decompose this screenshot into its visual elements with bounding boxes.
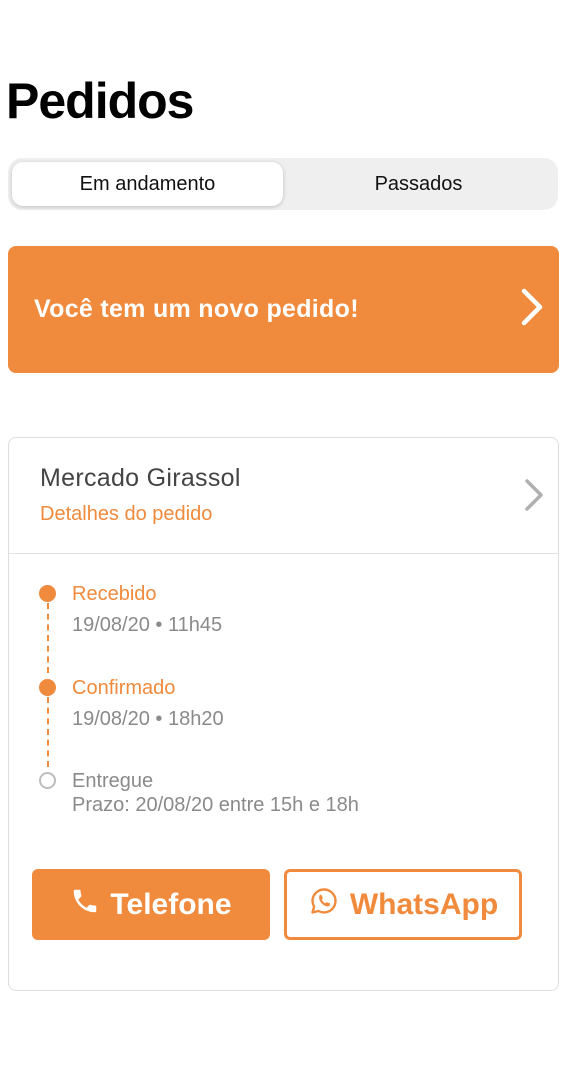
timeline-connector xyxy=(47,697,49,767)
whatsapp-icon xyxy=(308,885,340,925)
segmented-control: Em andamento Passados xyxy=(8,158,558,210)
order-card: Mercado Girassol Detalhes do pedido Rece… xyxy=(8,437,559,991)
chevron-right-icon xyxy=(521,288,543,331)
step-pending-dot-icon xyxy=(39,772,56,789)
phone-button[interactable]: Telefone xyxy=(32,869,270,940)
step-label: Entregue xyxy=(72,770,154,792)
chevron-right-icon xyxy=(524,478,544,517)
phone-icon xyxy=(70,886,100,924)
step-done-dot-icon xyxy=(39,679,56,696)
phone-button-label: Telefone xyxy=(110,887,232,921)
banner-text: Você tem um novo pedido! xyxy=(34,295,359,323)
whatsapp-button-label: WhatsApp xyxy=(349,887,499,921)
delivery-deadline: Prazo: 20/08/20 entre 15h e 18h xyxy=(72,794,359,816)
step-timestamp: 19/08/20 • 18h20 xyxy=(72,708,224,730)
step-done-dot-icon xyxy=(39,585,56,602)
step-timestamp: 19/08/20 • 11h45 xyxy=(72,614,223,636)
page-title: Pedidos xyxy=(6,73,194,129)
order-card-header[interactable]: Mercado Girassol Detalhes do pedido xyxy=(9,438,558,554)
tab-passados[interactable]: Passados xyxy=(283,162,554,206)
step-label: Confirmado xyxy=(72,677,176,699)
order-details-link[interactable]: Detalhes do pedido xyxy=(40,503,558,526)
step-label: Recebido xyxy=(72,583,157,605)
store-name: Mercado Girassol xyxy=(40,464,241,492)
new-order-banner[interactable]: Você tem um novo pedido! xyxy=(8,246,559,373)
timeline-connector xyxy=(47,603,49,673)
tab-em-andamento[interactable]: Em andamento xyxy=(12,162,283,206)
whatsapp-button[interactable]: WhatsApp xyxy=(284,869,522,940)
